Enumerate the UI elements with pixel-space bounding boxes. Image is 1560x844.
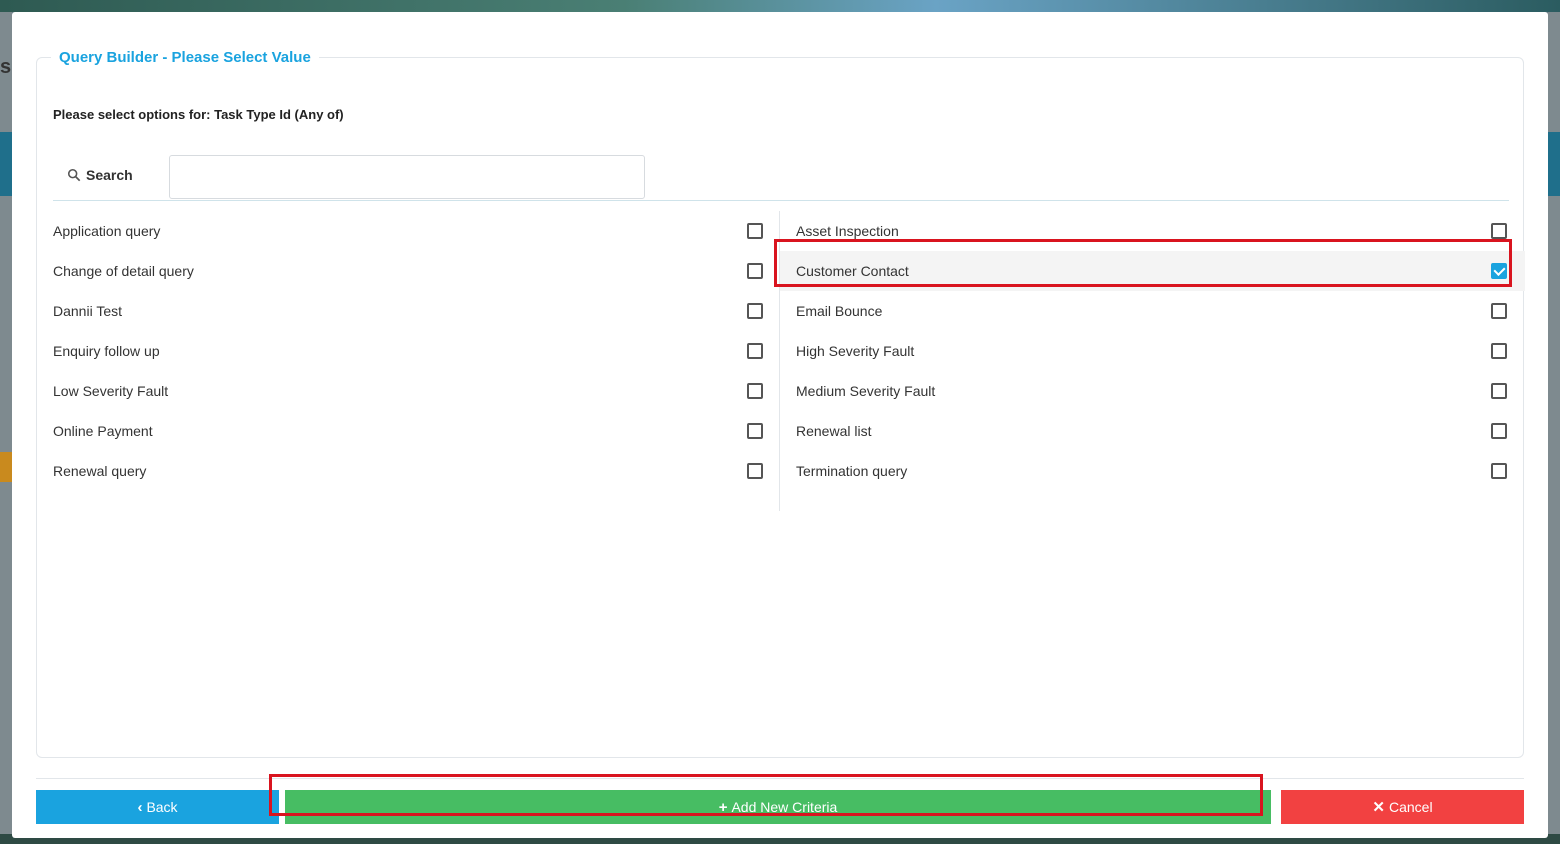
- option-label: Asset Inspection: [796, 223, 899, 239]
- option-row[interactable]: Online Payment: [37, 411, 779, 451]
- chevron-left-icon: ‹: [137, 798, 143, 816]
- option-label: High Severity Fault: [796, 343, 915, 359]
- background-text: s: [0, 56, 12, 78]
- option-label: Dannii Test: [53, 303, 123, 319]
- option-checkbox[interactable]: [747, 223, 763, 239]
- option-checkbox[interactable]: [1491, 423, 1507, 439]
- option-row[interactable]: Renewal list: [780, 411, 1525, 451]
- option-label: Email Bounce: [796, 303, 883, 319]
- back-button[interactable]: ‹ Back: [36, 790, 279, 824]
- option-row[interactable]: Email Bounce: [780, 291, 1525, 331]
- option-checkbox[interactable]: [747, 463, 763, 479]
- footer-divider: [36, 778, 1524, 779]
- background-stripe: [0, 132, 12, 196]
- option-checkbox[interactable]: [1491, 463, 1507, 479]
- background-stripe: [1548, 132, 1560, 196]
- option-label: Online Payment: [53, 423, 153, 439]
- option-label: Customer Contact: [796, 263, 909, 279]
- option-checkbox[interactable]: [747, 343, 763, 359]
- background-right-edge: [1548, 12, 1560, 844]
- option-checkbox[interactable]: [1491, 303, 1507, 319]
- option-row[interactable]: Application query: [37, 211, 779, 251]
- search-row: Search: [53, 143, 1509, 201]
- option-checkbox[interactable]: [747, 263, 763, 279]
- query-builder-modal: Query Builder - Please Select Value Plea…: [12, 12, 1548, 838]
- option-row[interactable]: Medium Severity Fault: [780, 371, 1525, 411]
- option-checkbox[interactable]: [1491, 223, 1507, 239]
- option-row[interactable]: Customer Contact: [780, 251, 1525, 291]
- option-row[interactable]: Enquiry follow up: [37, 331, 779, 371]
- option-label: Renewal query: [53, 463, 147, 479]
- option-label: Change of detail query: [53, 263, 194, 279]
- cancel-button-label: Cancel: [1388, 799, 1433, 815]
- option-row[interactable]: Renewal query: [37, 451, 779, 491]
- search-label-text: Search: [86, 167, 133, 183]
- option-row[interactable]: Change of detail query: [37, 251, 779, 291]
- options-column-left: Application query Change of detail query D…: [37, 211, 780, 511]
- background-stripe: [0, 452, 12, 482]
- cancel-button[interactable]: ✕ Cancel: [1281, 790, 1524, 824]
- option-checkbox[interactable]: [1491, 343, 1507, 359]
- back-button-label: Back: [146, 799, 178, 815]
- times-icon: ✕: [1372, 799, 1385, 816]
- option-label: Termination query: [796, 463, 908, 479]
- option-checkbox[interactable]: [1491, 263, 1507, 279]
- add-button-label: Add New Criteria: [731, 799, 838, 815]
- option-label: Enquiry follow up: [53, 343, 160, 359]
- option-label: Low Severity Fault: [53, 383, 169, 399]
- options-column-right: Asset Inspection Customer Contact Email Bo…: [780, 211, 1525, 511]
- option-row[interactable]: Low Severity Fault: [37, 371, 779, 411]
- plus-icon: +: [718, 798, 728, 816]
- add-new-criteria-button[interactable]: + Add New Criteria: [285, 790, 1271, 824]
- option-row[interactable]: High Severity Fault: [780, 331, 1525, 371]
- option-label: Medium Severity Fault: [796, 383, 936, 399]
- modal-title: Query Builder - Please Select Value: [51, 48, 319, 68]
- select-value-fieldset: Query Builder - Please Select Value Plea…: [36, 48, 1525, 758]
- option-row[interactable]: Termination query: [780, 451, 1525, 491]
- background-left-edge: s: [0, 12, 12, 844]
- option-label: Application query: [53, 223, 161, 239]
- option-checkbox[interactable]: [747, 423, 763, 439]
- options-prompt: Please select options for: Task Type Id …: [53, 107, 344, 122]
- option-label: Renewal list: [796, 423, 872, 439]
- option-checkbox[interactable]: [747, 383, 763, 399]
- search-icon: [67, 168, 81, 182]
- option-row[interactable]: Asset Inspection: [780, 211, 1525, 251]
- option-row[interactable]: Dannii Test: [37, 291, 779, 331]
- search-input[interactable]: [169, 155, 645, 199]
- search-label: Search: [67, 167, 133, 183]
- option-checkbox[interactable]: [747, 303, 763, 319]
- option-checkbox[interactable]: [1491, 383, 1507, 399]
- background-banner: [0, 0, 1560, 12]
